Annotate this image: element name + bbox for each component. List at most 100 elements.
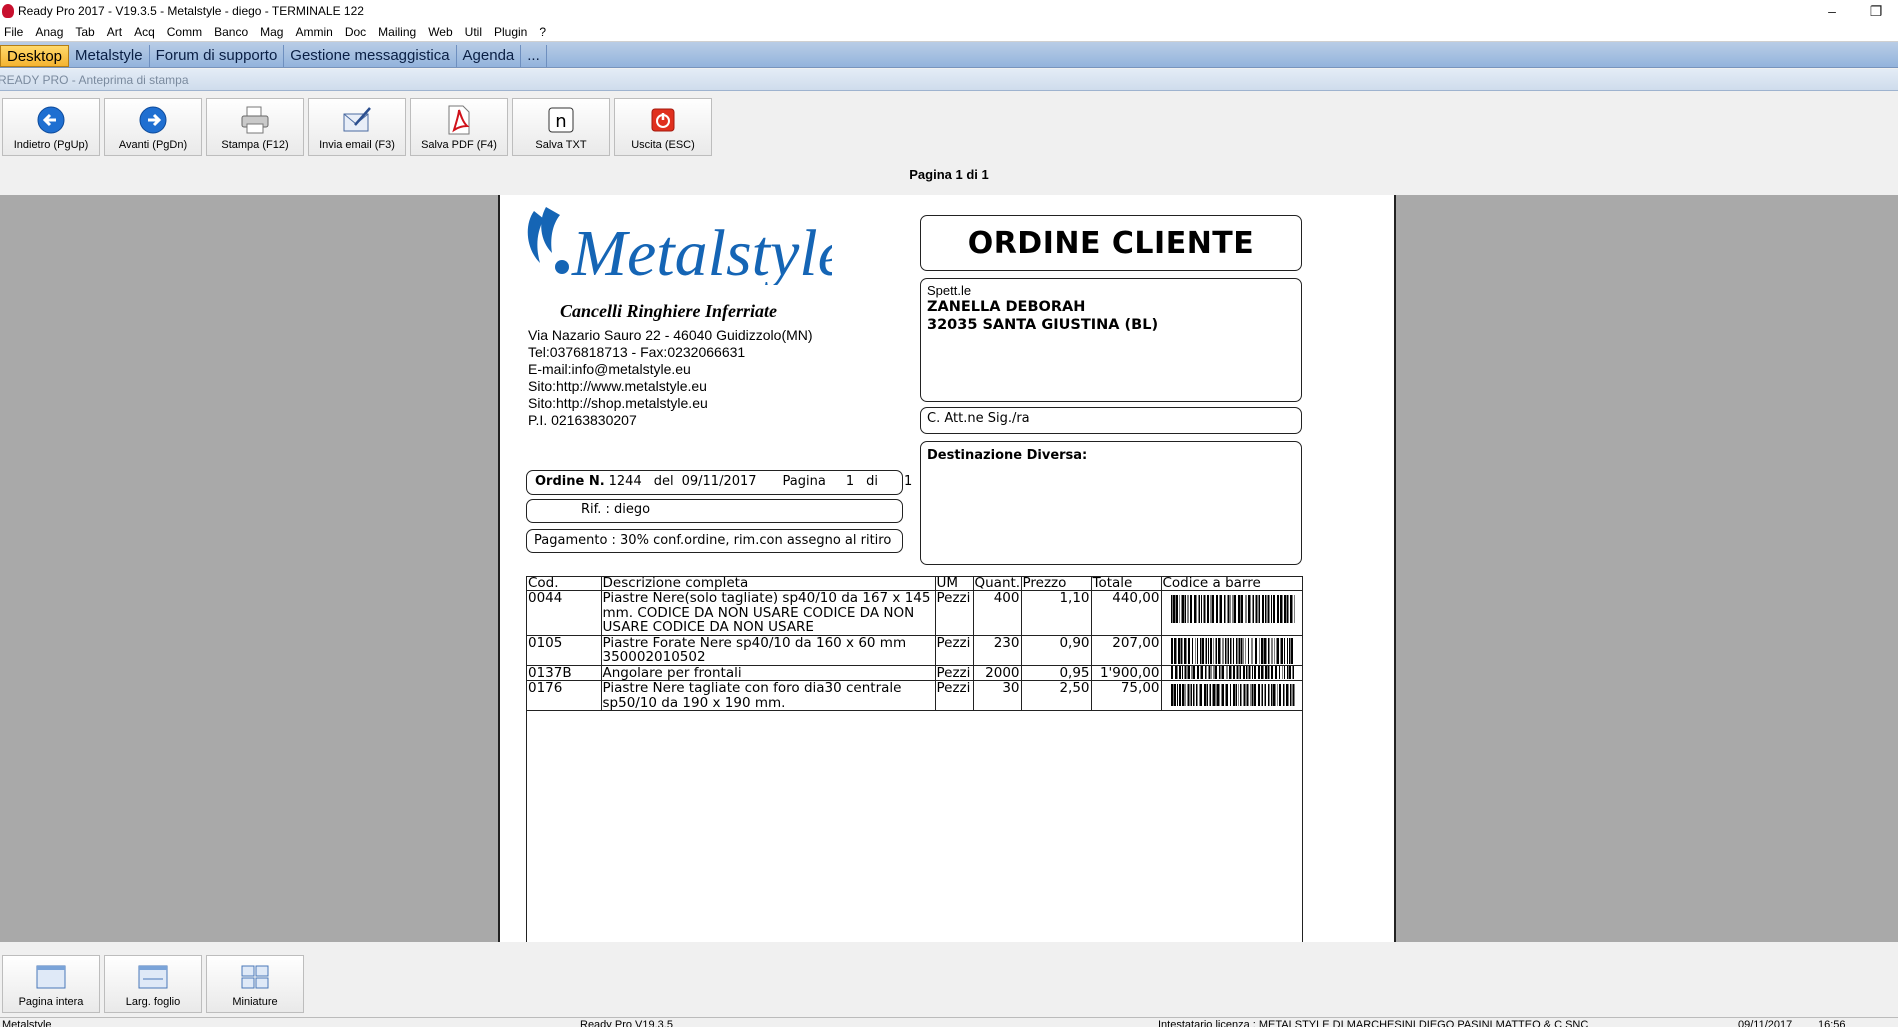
item-quantity: 230	[972, 635, 1021, 666]
thumbnails-button[interactable]: Miniature	[206, 955, 304, 1013]
tab-bar: Desktop Metalstyle Forum di supporto Ges…	[0, 42, 1898, 68]
order-di-label: di	[866, 474, 878, 489]
menu-art[interactable]: Art	[103, 22, 130, 42]
tab-messaggistica[interactable]: Gestione messaggistica	[284, 45, 457, 67]
order-label: Ordine N.	[535, 474, 605, 489]
item-total: 1'900,00	[1090, 665, 1161, 681]
barcode-image	[1170, 684, 1295, 706]
document-title: ORDINE CLIENTE	[967, 225, 1255, 261]
column-header-prezzo: Prezzo	[1020, 577, 1091, 591]
item-barcode	[1160, 635, 1302, 666]
barcode-image	[1170, 595, 1295, 623]
preview-toolbar: Indietro (PgUp) Avanti (PgDn) Stampa (F1…	[0, 98, 714, 158]
window-titlebar: Ready Pro 2017 - V19.3.5 - Metalstyle - …	[0, 0, 1898, 22]
svg-text:n: n	[555, 111, 566, 132]
menu-web[interactable]: Web	[424, 22, 460, 42]
menu-doc[interactable]: Doc	[341, 22, 374, 42]
item-unit: Pezzi	[934, 590, 973, 636]
menu-plugin[interactable]: Plugin	[490, 22, 535, 42]
order-items-table: Cod. Descrizione completa UM Quant. Prez…	[526, 576, 1303, 942]
order-page-label: Pagina	[782, 474, 826, 489]
item-barcode	[1160, 680, 1302, 711]
back-button[interactable]: Indietro (PgUp)	[2, 98, 100, 156]
recipient-name: ZANELLA DEBORAH	[927, 299, 1086, 315]
menu-acq[interactable]: Acq	[130, 22, 163, 42]
menu-tab[interactable]: Tab	[71, 22, 102, 42]
order-del-label: del	[653, 474, 674, 489]
item-code: 0105	[527, 635, 601, 666]
table-row: 0044 Piastre Nere(solo tagliate) sp40/10…	[527, 590, 1302, 636]
full-page-button[interactable]: Pagina intera	[2, 955, 100, 1013]
pdf-icon	[442, 104, 476, 136]
menu-file[interactable]: File	[0, 22, 31, 42]
tab-agenda[interactable]: Agenda	[457, 45, 522, 67]
item-barcode	[1160, 665, 1302, 681]
column-header-descrizione: Descrizione completa	[600, 577, 935, 591]
item-price: 0,95	[1020, 665, 1091, 681]
window-controls: – ❐	[1810, 0, 1898, 22]
column-header-barcode: Codice a barre	[1160, 577, 1302, 591]
metalstyle-logo: Metalstyle	[527, 207, 832, 285]
column-header-quant: Quant.	[972, 577, 1021, 591]
forward-arrow-icon	[136, 104, 170, 136]
page-width-icon	[136, 961, 170, 993]
order-info-box: Ordine N. 1244 del 09/11/2017 Pagina 1 d…	[526, 470, 912, 495]
item-total: 207,00	[1090, 635, 1161, 666]
restore-button[interactable]: ❐	[1854, 0, 1898, 22]
full-page-icon	[34, 961, 68, 993]
email-button[interactable]: Invia email (F3)	[308, 98, 406, 156]
status-license: Intestatario licenza : METALSTYLE DI MAR…	[1158, 1019, 1589, 1027]
back-arrow-icon	[34, 104, 68, 136]
page-width-button-label: Larg. foglio	[125, 996, 181, 1008]
preview-area[interactable]: Metalstyle Cancelli Ringhiere Inferriate…	[0, 195, 1898, 942]
payment-box: Pagamento : 30% conf.ordine, rim.con ass…	[526, 529, 903, 553]
item-code: 0176	[527, 680, 601, 711]
table-row: 0176 Piastre Nere tagliate con foro dia3…	[527, 680, 1302, 711]
menu-banco[interactable]: Banco	[210, 22, 256, 42]
status-date: 09/11/2017	[1738, 1019, 1793, 1027]
tab-more[interactable]: ...	[521, 45, 547, 67]
company-address: Via Nazario Sauro 22 - 46040 Guidizzolo(…	[528, 327, 813, 343]
back-button-label: Indietro (PgUp)	[13, 139, 89, 151]
exit-button[interactable]: Uscita (ESC)	[614, 98, 712, 156]
item-total: 75,00	[1090, 680, 1161, 711]
company-tagline: Cancelli Ringhiere Inferriate	[560, 301, 778, 321]
item-price: 0,90	[1020, 635, 1091, 666]
print-button[interactable]: Stampa (F12)	[206, 98, 304, 156]
email-icon	[340, 104, 374, 136]
save-txt-button-label: Salva TXT	[535, 139, 587, 151]
menu-bar: File Anag Tab Art Acq Comm Banco Mag Amm…	[0, 22, 1898, 42]
menu-ammin[interactable]: Ammin	[291, 22, 340, 42]
item-unit: Pezzi	[934, 635, 973, 666]
save-txt-button[interactable]: n Salva TXT	[512, 98, 610, 156]
item-total: 440,00	[1090, 590, 1161, 636]
menu-comm[interactable]: Comm	[163, 22, 210, 42]
menu-help[interactable]: ?	[535, 22, 554, 42]
status-bar: Metalstyle Ready Pro V19.3.5 Intestatari…	[0, 1017, 1898, 1027]
item-quantity: 2000	[972, 665, 1021, 681]
thumbnails-button-label: Miniature	[232, 996, 278, 1008]
tab-metalstyle[interactable]: Metalstyle	[69, 45, 150, 67]
forward-button[interactable]: Avanti (PgDn)	[104, 98, 202, 156]
company-phone: Tel:0376818713 - Fax:0232066631	[528, 344, 746, 360]
menu-mailing[interactable]: Mailing	[374, 22, 424, 42]
tab-desktop[interactable]: Desktop	[0, 45, 70, 67]
status-time: 16:56	[1818, 1019, 1846, 1027]
table-row: 0137B Angolare per frontali Pezzi 2000 0…	[527, 665, 1302, 681]
forward-button-label: Avanti (PgDn)	[118, 139, 188, 151]
minimize-button[interactable]: –	[1810, 0, 1854, 22]
menu-anag[interactable]: Anag	[31, 22, 71, 42]
tab-forum[interactable]: Forum di supporto	[150, 45, 285, 67]
menu-util[interactable]: Util	[461, 22, 490, 42]
save-pdf-button[interactable]: Salva PDF (F4)	[410, 98, 508, 156]
barcode-image	[1170, 637, 1295, 664]
recipient-box: Spett.le ZANELLA DEBORAH 32035 SANTA GIU…	[920, 278, 1302, 402]
printer-icon	[238, 104, 272, 136]
column-header-cod: Cod.	[527, 577, 601, 591]
email-button-label: Invia email (F3)	[319, 139, 395, 151]
page-indicator: Pagina 1 di 1	[909, 167, 989, 182]
menu-mag[interactable]: Mag	[256, 22, 291, 42]
order-date: 09/11/2017	[681, 474, 757, 489]
document-title-box: ORDINE CLIENTE	[920, 215, 1302, 271]
page-width-button[interactable]: Larg. foglio	[104, 955, 202, 1013]
